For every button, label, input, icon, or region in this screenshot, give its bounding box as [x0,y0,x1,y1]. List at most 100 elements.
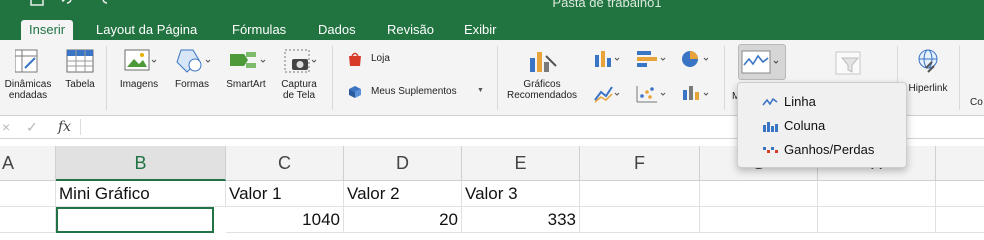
smartart-icon [230,52,266,68]
tab-layout-da-pagina[interactable]: Layout da Página [88,20,205,40]
tab-exibir[interactable]: Exibir [456,20,505,40]
bar-chart-icon [637,51,666,67]
pie-chart-button[interactable] [680,49,714,69]
images-icon [124,49,157,71]
sparkline-icon [741,50,779,74]
cell-i2[interactable] [936,207,984,233]
ribbon-separator [724,46,725,110]
cell-h2[interactable] [818,207,936,233]
column-header-blank [936,146,984,181]
comment-label-partial[interactable]: Co [970,97,983,108]
menu-item-ganhos-perdas[interactable]: Ganhos/Perdas [738,138,908,162]
tab-dados[interactable]: Dados [310,20,364,40]
my-addins-button[interactable]: Meus Suplementos ▼ [347,83,487,101]
column-header-f[interactable]: F [580,146,700,181]
title-bar: Pasta de trabalho1 Inserir Layout da Pág… [0,0,984,40]
cell-b1[interactable]: Mini Gráfico [56,181,226,207]
menu-item-ganhos-perdas-label: Ganhos/Perdas [784,142,875,157]
slicer-button[interactable] [832,48,868,78]
cell-c1[interactable]: Valor 1 [226,181,344,207]
stock-chart-icon [683,86,709,100]
cell-b2-selected[interactable] [56,207,214,233]
cell-f1[interactable] [580,181,700,207]
smartart-label: SmartArt [226,79,266,90]
sparkline-menu: Linha Coluna Ganhos/Perdas [737,82,907,168]
addins-icon [349,86,361,98]
window-title: Pasta de trabalho1 [552,0,662,10]
store-label: Loja [371,53,390,64]
hyperlink-icon [918,49,938,73]
cell-g2[interactable] [700,207,818,233]
menu-item-coluna[interactable]: Coluna [738,114,908,138]
column-chart-icon [595,51,620,67]
sparklines-button[interactable] [738,44,786,80]
menu-item-linha-label: Linha [784,94,816,109]
store-bag-icon [349,52,361,66]
tab-inserir[interactable]: Inserir [21,20,74,40]
hyperlink-label: Hiperlink [908,83,948,94]
scatter-chart-button[interactable] [635,84,669,104]
line-chart-icon [594,86,620,103]
shapes-label: Formas [175,79,209,90]
table-label: Tabela [65,79,95,90]
hyperlink-button[interactable]: Hiperlink [903,48,953,94]
cell-c2[interactable]: 1040 [226,207,344,233]
cell-e2[interactable]: 333 [462,207,580,233]
images-button[interactable]: Imagens [114,48,164,90]
recommended-charts-label-2: Recomendados [506,90,578,101]
line-sparkline-icon [762,97,778,106]
images-label: Imagens [119,79,159,90]
cell-a1[interactable] [0,181,56,207]
function-icon[interactable]: fx [58,119,71,135]
cell-g1[interactable] [700,181,818,207]
pivot-label-2: endadas [8,90,48,101]
addins-label: Meus Suplementos [371,86,457,97]
pivot-table-button[interactable]: Dinâmicas endadas [0,48,56,101]
smartart-button[interactable]: SmartArt [220,48,272,90]
cell-h1[interactable] [818,181,936,207]
column-header-c[interactable]: C [226,146,344,181]
column-sparkline-icon [763,122,778,132]
scatter-chart-icon [636,86,666,103]
cell-d2[interactable]: 20 [344,207,462,233]
pie-chart-icon [682,51,709,67]
tab-formulas[interactable]: Fórmulas [224,20,294,40]
column-header-a[interactable]: A [0,146,56,181]
tab-revisao[interactable]: Revisão [379,20,442,40]
column-header-b[interactable]: B [56,146,226,181]
ribbon-separator [332,46,333,110]
pivot-label-1: Dinâmicas [4,79,52,90]
menu-item-coluna-label: Coluna [784,118,826,133]
bar-chart-button[interactable] [635,49,669,69]
line-chart-button[interactable] [593,84,623,104]
screenshot-label-2: de Tela [282,90,316,101]
column-header-d[interactable]: D [344,146,462,181]
recommended-charts-icon [530,52,557,72]
ribbon-separator [497,46,498,110]
filter-icon [835,51,861,75]
screenshot-button[interactable]: Captura de Tela [274,48,324,101]
formula-separator [80,119,81,135]
chevron-down-icon: ▼ [477,87,484,94]
menu-item-linha[interactable]: Linha [738,90,908,114]
camera-icon [284,49,317,73]
ribbon-separator [106,46,107,110]
cell-e1[interactable]: Valor 3 [462,181,580,207]
cell-i1[interactable] [936,181,984,207]
shapes-button[interactable]: Formas [168,48,216,90]
pivot-table-icon [15,49,38,73]
cell-d1[interactable]: Valor 2 [344,181,462,207]
cell-f2[interactable] [580,207,700,233]
column-chart-button[interactable] [593,49,623,69]
table-button[interactable]: Tabela [60,48,100,90]
cancel-icon[interactable]: × [2,119,10,135]
stock-chart-button[interactable] [680,84,714,104]
cell-a2[interactable] [0,207,56,233]
shapes-icon [176,49,211,73]
ribbon-separator [959,46,960,110]
recommended-charts-button[interactable]: Gráficos Recomendados [502,48,582,101]
column-header-e[interactable]: E [462,146,580,181]
winloss-sparkline-icon [763,147,778,153]
screenshot-label-1: Captura [281,79,317,90]
enter-icon[interactable]: ✓ [26,119,38,136]
